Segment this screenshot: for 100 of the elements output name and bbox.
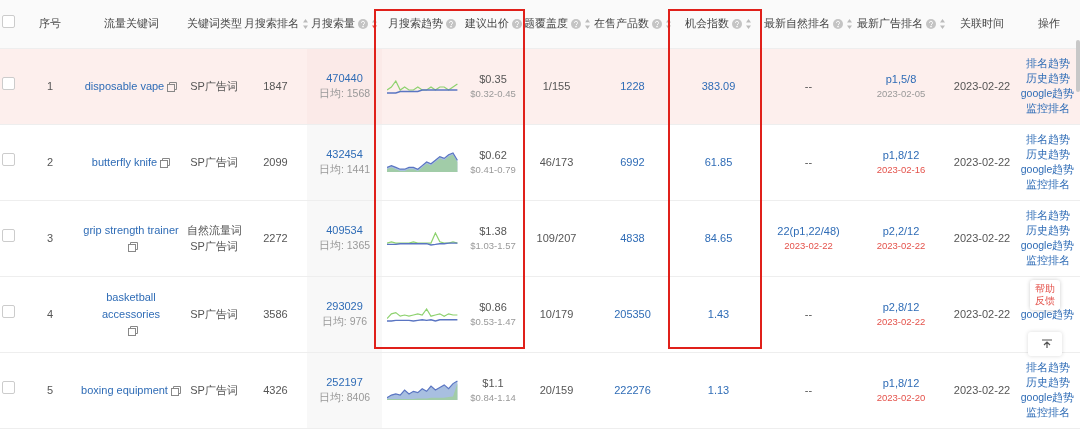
checkbox[interactable]: [1, 305, 15, 319]
keyword-type: SP广告词: [189, 78, 239, 94]
ad-rank-link[interactable]: p2,2/12: [858, 222, 944, 240]
action-link[interactable]: google趋势: [1020, 162, 1075, 177]
keyword-link[interactable]: butterfly knife: [91, 153, 158, 171]
bid-range: $0.41-0.79: [469, 163, 517, 178]
search-volume-link[interactable]: 409534: [309, 221, 380, 239]
copy-icon: [127, 326, 138, 337]
checkbox[interactable]: [1, 153, 15, 167]
natural-rank: --: [803, 306, 814, 322]
search-rank: 1847: [263, 79, 288, 92]
column-header[interactable]: 月搜索趋势: [388, 16, 443, 29]
copy-icon: [167, 81, 178, 92]
action-link[interactable]: google趋势: [1020, 238, 1075, 253]
bid-price: $0.62: [478, 147, 508, 163]
ad-rank-link[interactable]: p1,8/12: [858, 146, 944, 164]
natural-rank: --: [803, 382, 814, 398]
action-link[interactable]: 排名趋势: [1020, 132, 1075, 147]
row-number: 2: [46, 155, 54, 168]
search-rank: 2099: [263, 155, 288, 168]
coverage-ratio: 20/159: [539, 383, 574, 396]
search-volume-link[interactable]: 432454: [309, 145, 380, 163]
keyword-type: 自然流量词: [186, 222, 242, 238]
ad-rank-date: 2023-02-22: [875, 239, 927, 254]
action-link[interactable]: 历史趋势: [1020, 147, 1075, 162]
ad-rank-date: 2023-02-16: [875, 163, 927, 178]
keyword-type: SP广告词: [189, 382, 239, 398]
linked-date: 2023-02-22: [953, 155, 1011, 168]
search-volume-link[interactable]: 293029: [309, 297, 380, 315]
bid-price: $0.35: [478, 71, 508, 87]
ad-rank-link[interactable]: p1,8/12: [858, 374, 944, 392]
coverage-ratio: 1/155: [542, 79, 571, 92]
row-number: 3: [46, 231, 54, 244]
keyword-link[interactable]: boxing equipment: [81, 381, 168, 399]
search-rank: 2272: [263, 231, 288, 244]
ad-rank-date: 2023-02-20: [875, 391, 927, 406]
ad-rank-date: 2023-02-22: [875, 315, 927, 330]
linked-date: 2023-02-22: [953, 307, 1011, 320]
product-count-link[interactable]: 6992: [620, 155, 645, 168]
action-link[interactable]: 监控排名: [1020, 253, 1075, 268]
arrow-up-icon: [1040, 339, 1053, 349]
action-link[interactable]: 排名趋势: [1020, 208, 1075, 223]
checkbox[interactable]: [1, 381, 15, 395]
search-volume-link[interactable]: 470440: [309, 69, 380, 87]
checkbox[interactable]: [1, 14, 15, 28]
daily-average: 日均: 1568: [317, 86, 372, 102]
column-header[interactable]: 机会指数: [685, 16, 729, 29]
daily-average: 日均: 976: [320, 314, 369, 330]
opportunity-index[interactable]: 84.65: [704, 231, 733, 244]
opportunity-index[interactable]: 1.43: [707, 307, 730, 320]
natural-rank-date: 2023-02-22: [783, 239, 834, 254]
copy-icon: [170, 385, 181, 396]
checkbox[interactable]: [1, 229, 15, 243]
action-link[interactable]: 历史趋势: [1020, 71, 1075, 86]
product-count-link[interactable]: 4838: [620, 231, 645, 244]
keyword-link[interactable]: basketball accessories: [83, 289, 179, 323]
action-link[interactable]: 排名趋势: [1020, 56, 1075, 71]
back-to-top-button[interactable]: [1028, 332, 1062, 356]
column-header[interactable]: 题覆盖度: [524, 16, 568, 29]
keyword-link[interactable]: disposable vape: [84, 77, 165, 95]
ad-rank-link[interactable]: p1,5/8: [858, 70, 944, 88]
help-feedback-button[interactable]: 帮助反馈: [1030, 280, 1060, 310]
product-count-link[interactable]: 205350: [614, 307, 651, 320]
search-rank: 3586: [263, 307, 288, 320]
action-link[interactable]: google趋势: [1020, 390, 1075, 405]
action-link[interactable]: 监控排名: [1020, 101, 1075, 116]
opportunity-index[interactable]: 61.85: [704, 155, 733, 168]
column-header[interactable]: 在售产品数: [593, 16, 649, 29]
column-header[interactable]: 流量关键词: [103, 16, 159, 29]
action-link[interactable]: 历史趋势: [1020, 223, 1075, 238]
bid-range: $0.32-0.45: [469, 87, 517, 102]
column-header[interactable]: 月搜索量: [311, 16, 355, 29]
column-header[interactable]: 建议出价: [464, 16, 509, 29]
row-number: 1: [46, 79, 54, 92]
bid-range: $1.03-1.57: [469, 239, 517, 254]
opportunity-index[interactable]: 1.13: [707, 383, 730, 396]
column-header[interactable]: 操作: [1038, 16, 1060, 29]
scrollbar[interactable]: [1076, 40, 1080, 92]
search-volume-link[interactable]: 252197: [309, 373, 380, 391]
natural-rank-link[interactable]: 22(p1,22/48): [763, 222, 854, 240]
column-header[interactable]: 序号: [39, 16, 61, 29]
action-link[interactable]: google趋势: [1020, 86, 1075, 101]
action-link[interactable]: 监控排名: [1020, 177, 1075, 192]
daily-average: 日均: 8406: [317, 390, 372, 406]
keyword-type: SP广告词: [189, 306, 239, 322]
daily-average: 日均: 1365: [317, 238, 372, 254]
bid-price: $1.38: [478, 223, 508, 239]
product-count-link[interactable]: 1228: [620, 79, 645, 92]
action-link[interactable]: 监控排名: [1020, 405, 1075, 420]
checkbox[interactable]: [1, 77, 15, 91]
action-link[interactable]: 历史趋势: [1020, 375, 1075, 390]
column-header[interactable]: 最新自然排名: [764, 16, 830, 29]
opportunity-index[interactable]: 383.09: [701, 79, 736, 92]
column-header[interactable]: 关联时间: [960, 16, 1004, 29]
ad-rank-link[interactable]: p2,8/12: [858, 298, 944, 316]
product-count-link[interactable]: 222276: [614, 383, 651, 396]
row-number: 4: [46, 307, 54, 320]
keyword-link[interactable]: grip strength trainer: [83, 221, 179, 238]
coverage-ratio: 10/179: [539, 307, 574, 320]
action-link[interactable]: 排名趋势: [1020, 360, 1075, 375]
